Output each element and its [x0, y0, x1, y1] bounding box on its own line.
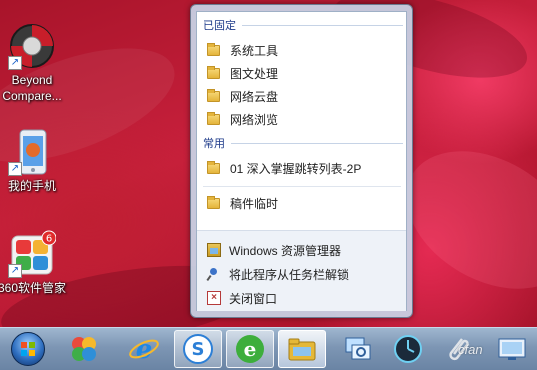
jump-item-frequent[interactable]: 01 深入掌握跳转列表-2P [207, 157, 397, 179]
jump-item-pinned[interactable]: 网络云盘 [207, 85, 397, 107]
unpin-icon [207, 267, 221, 281]
360-browser-icon: e [236, 335, 264, 363]
taskbar-display-tool[interactable] [488, 330, 536, 368]
taskbar-file-explorer[interactable] [278, 330, 326, 368]
taskbar-app-color[interactable] [60, 330, 108, 368]
network-tool-icon [345, 337, 371, 360]
folder-icon [207, 160, 220, 174]
beyond-compare-icon: ↗ [8, 22, 56, 70]
shortcut-arrow-icon: ↗ [8, 264, 22, 278]
badge-count: 6 [46, 234, 52, 245]
file-explorer-icon [288, 338, 316, 361]
svg-text:S: S [192, 339, 205, 360]
close-window-icon: × [207, 291, 221, 305]
frequent-header-label: 常用 [203, 138, 225, 150]
task-open-explorer[interactable]: Windows 资源管理器 [207, 239, 397, 261]
jump-item-pinned[interactable]: 图文处理 [207, 62, 397, 84]
taskbar-360-browser[interactable]: e [226, 330, 274, 368]
task-close-window[interactable]: × 关闭窗口 [207, 287, 397, 309]
taskbar-sogou-browser[interactable]: S [174, 330, 222, 368]
jump-item-label: 图文处理 [230, 66, 279, 81]
start-button[interactable] [4, 330, 52, 368]
frequent-section-header: 常用 [203, 134, 403, 152]
folder-icon [207, 42, 220, 56]
folder-icon [207, 88, 220, 102]
taskbar: e S e [0, 327, 537, 370]
folder-icon [207, 65, 220, 79]
svg-text:e: e [244, 337, 257, 361]
taskbar-network-tool[interactable] [334, 330, 382, 368]
jump-list-panel: 已固定 系统工具 图文处理 网络云盘 网络浏览 常用 01 深入掌握跳转列表-2… [196, 11, 407, 311]
phone-icon: ↗ [8, 128, 56, 176]
jump-item-label: 稿件临时 [230, 196, 279, 211]
divider [203, 186, 401, 187]
clock-tool-icon [394, 335, 422, 363]
pinned-header-label: 已固定 [203, 20, 236, 32]
internet-explorer-icon: e [129, 335, 159, 365]
jump-item-label: 系统工具 [230, 43, 279, 58]
task-unpin-program[interactable]: 将此程序从任务栏解锁 [207, 263, 397, 285]
desktop-icon-360-software[interactable]: 6 ↗ 360软件管家 [0, 230, 70, 296]
display-tool-icon [498, 338, 526, 360]
desktop-icon-label: 我的手机 [7, 179, 56, 193]
taskbar-internet-explorer[interactable]: e [120, 330, 168, 368]
folder-icon [207, 195, 220, 209]
task-label: Windows 资源管理器 [229, 243, 342, 258]
explorer-icon [207, 243, 221, 257]
jump-item-label: 网络云盘 [230, 89, 279, 104]
jump-list-popup: 已固定 系统工具 图文处理 网络云盘 网络浏览 常用 01 深入掌握跳转列表-2… [190, 4, 413, 318]
desktop-icon-beyond-compare[interactable]: ↗ Beyond Compare... [0, 22, 70, 104]
desktop-icon-label: Beyond Compare... [2, 73, 62, 103]
color-app-icon [72, 337, 96, 361]
desktop-icon-label: 360软件管家 [0, 281, 67, 295]
jump-item-label: 01 深入掌握跳转列表-2P [230, 161, 362, 176]
jump-item-label: 网络浏览 [230, 112, 279, 127]
taskbar-clock-tool[interactable] [384, 330, 432, 368]
jump-item-pinned[interactable]: 网络浏览 [207, 108, 397, 130]
jump-item-frequent[interactable]: 稿件临时 [207, 192, 397, 214]
folder-icon [207, 111, 220, 125]
task-label: 关闭窗口 [229, 291, 278, 306]
shortcut-arrow-icon: ↗ [8, 56, 22, 70]
watermark-text: cfan [458, 342, 483, 357]
pinned-section-header: 已固定 [203, 16, 403, 34]
windows-start-icon [11, 332, 45, 366]
tasks-section: Windows 资源管理器 将此程序从任务栏解锁 × 关闭窗口 [197, 230, 406, 311]
task-label: 将此程序从任务栏解锁 [229, 267, 350, 282]
svg-text:e: e [136, 335, 153, 365]
software-manager-icon: 6 ↗ [8, 230, 57, 278]
sogou-browser-icon: S [183, 334, 213, 364]
shortcut-arrow-icon: ↗ [8, 162, 22, 176]
desktop-icon-my-phone[interactable]: ↗ 我的手机 [0, 128, 70, 194]
jump-item-pinned[interactable]: 系统工具 [207, 39, 397, 61]
